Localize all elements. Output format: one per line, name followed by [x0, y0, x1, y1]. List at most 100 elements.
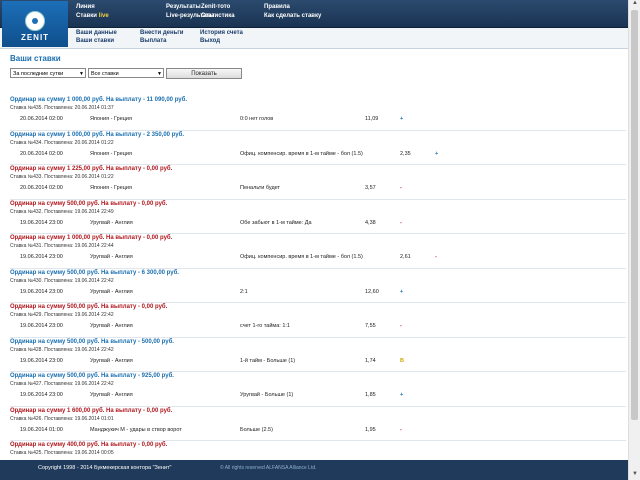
bet-result: - [400, 426, 402, 433]
bet-title[interactable]: Ординар на сумму 500,00 руб. На выплату … [10, 304, 167, 310]
bet-entry: Ординар на сумму 500,00 руб. На выплату … [10, 198, 626, 234]
bet-result: В [400, 357, 404, 364]
bet-outcome: счет 1-го тайма: 1:1 [240, 323, 290, 329]
nav-link[interactable]: Линия [76, 3, 109, 12]
bet-meta: Ставка №430. Поставлена: 19.06.2014 22:4… [10, 278, 114, 284]
event-name: Япония - Греция [90, 116, 132, 122]
ball-icon [25, 11, 45, 31]
bet-title[interactable]: Ординар на сумму 1 000,00 руб. На выплат… [10, 97, 187, 103]
bet-number: Ставка №434. Поставлена: 20.06.2014 01:2… [10, 139, 114, 146]
top-navigation-bar: Линия Ставки live Результаты Live-результат… [0, 0, 628, 28]
account-link[interactable]: История счета [200, 29, 243, 37]
scrollbar-thumb[interactable] [631, 10, 638, 420]
bet-title[interactable]: Ординар на сумму 400,00 руб. На выплату … [10, 442, 167, 448]
bet-title[interactable]: Ординар на сумму 1 600,00 руб. На выплат… [10, 408, 172, 414]
bet-result: + [435, 150, 439, 157]
bet-title[interactable]: Ординар на сумму 500,00 руб. На выплату … [10, 373, 174, 379]
nav-group-2: Zenit-тото Статистика [201, 3, 235, 21]
bet-outcome: 1-й тайм - Больше (1) [240, 357, 296, 364]
bet-outcome: Офиц. компенсир. время в 1-м тайме - бол… [240, 254, 363, 260]
nav-link[interactable]: Как сделать ставку [264, 12, 321, 21]
chevron-down-icon: ▼ [157, 71, 162, 77]
nav-group-3: Правила Как сделать ставку [264, 3, 321, 21]
nav-group-0: Линия Ставки live [76, 3, 109, 21]
period-select[interactable]: За последние сутки ▼ [10, 68, 86, 78]
nav-link[interactable]: Правила [264, 3, 321, 12]
bet-title[interactable]: Ординар на сумму 1 000,00 руб. На выплат… [10, 235, 172, 241]
bet-meta: Ставка №434. Поставлена: 20.06.2014 01:2… [10, 140, 114, 146]
vertical-scrollbar[interactable]: ▲ ▼ [628, 0, 640, 480]
event-date: 19.06.2014 23:00 [20, 357, 63, 364]
bets-list: Ординар на сумму 1 000,00 руб. На выплат… [10, 96, 626, 475]
bet-result: - [400, 185, 402, 191]
event-name: Уругвай - Англия [90, 392, 133, 398]
account-link[interactable]: Выход [200, 37, 243, 45]
account-link[interactable]: Внести деньги [140, 29, 184, 37]
chevron-down-icon: ▼ [79, 71, 84, 77]
nav-link[interactable]: Ставки live [76, 12, 109, 21]
bet-outcome: 2:1 [240, 288, 248, 295]
bet-odds: 11,09 [365, 116, 379, 122]
event-name: Уругвай - Англия [90, 288, 133, 295]
event-date: 20.06.2014 02:00 [20, 185, 63, 191]
bet-result: - [435, 254, 437, 260]
bet-odds: 12,60 [365, 288, 379, 295]
bet-meta: Ставка №433. Поставлена: 20.06.2014 01:2… [10, 174, 114, 180]
footer-copyright: Copyright 1998 - 2014 Букмекерская конто… [38, 465, 172, 471]
bet-odds: 1,85 [365, 392, 376, 398]
bet-title[interactable]: Ординар на сумму 1 225,00 руб. На выплат… [10, 166, 172, 172]
bet-number: Ставка №425. Поставлена: 19.06.2014 00:0… [10, 450, 114, 456]
nav-link[interactable]: Zenit-тото [201, 3, 235, 12]
bet-number: Ставка №432. Поставлена: 19.06.2014 22:4… [10, 208, 114, 215]
account-link[interactable]: Выплата [140, 37, 184, 45]
bet-outcome: 0:0 нет голов [240, 116, 274, 122]
account-group-2: История счета Выход [200, 29, 243, 45]
bet-entry: Ординар на сумму 1 000,00 руб. На выплат… [10, 96, 626, 130]
bet-type-select[interactable]: Все ставки ▼ [88, 68, 164, 78]
bet-title[interactable]: Ординар на сумму 500,00 руб. На выплату … [10, 201, 167, 207]
bet-entry: Ординар на сумму 1 000,00 руб. На выплат… [10, 233, 626, 268]
scroll-down-icon[interactable]: ▼ [629, 471, 640, 480]
bet-result: - [400, 219, 402, 226]
account-group-0: Ваши данные Ваши ставки [76, 29, 117, 45]
bet-meta: Ставка №427. Поставлена: 19.06.2014 22:4… [10, 381, 114, 387]
nav-link[interactable]: Статистика [201, 12, 235, 21]
account-link[interactable]: Ваши данные [76, 29, 117, 37]
event-date: 20.06.2014 02:00 [20, 116, 63, 122]
footer: Copyright 1998 - 2014 Букмекерская конто… [0, 460, 628, 480]
event-name: Уругвай - Англия [90, 323, 133, 329]
bet-entry: Ординар на сумму 1 000,00 руб. На выплат… [10, 129, 626, 165]
event-name: Япония - Греция [90, 185, 132, 191]
bet-result: + [400, 116, 404, 122]
bet-odds: 3,57 [365, 185, 376, 191]
bet-title[interactable]: Ординар на сумму 500,00 руб. На выплату … [10, 270, 179, 276]
bet-odds: 4,38 [365, 219, 376, 226]
event-date: 19.06.2014 23:00 [20, 254, 63, 260]
bet-result: - [400, 323, 402, 329]
bet-meta: Ставка №425. Поставлена: 19.06.2014 00:0… [10, 450, 114, 456]
bet-entry: Ординар на сумму 1 600,00 руб. На выплат… [10, 405, 626, 441]
zenit-logo[interactable]: ZENIT [2, 1, 68, 47]
account-link[interactable]: Ваши ставки [76, 37, 117, 45]
event-name: Япония - Греция [90, 150, 132, 157]
bet-number: Ставка №428. Поставлена: 19.06.2014 22:4… [10, 346, 114, 353]
bet-meta: Ставка №428. Поставлена: 19.06.2014 22:4… [10, 347, 114, 353]
bet-title[interactable]: Ординар на сумму 1 000,00 руб. На выплат… [10, 132, 184, 138]
bet-odds: 1,74 [365, 357, 376, 364]
event-date: 19.06.2014 23:00 [20, 219, 63, 226]
event-date: 19.06.2014 23:00 [20, 392, 63, 398]
bet-number: Ставка №429. Поставлена: 19.06.2014 22:4… [10, 312, 114, 318]
bet-outcome: Пенальти будет [240, 185, 281, 191]
bet-entry: Ординар на сумму 500,00 руб. На выплату … [10, 336, 626, 372]
bet-odds: 2,35 [400, 150, 411, 157]
event-name: Уругвай - Англия [90, 254, 133, 260]
show-button[interactable]: Показать [166, 68, 242, 79]
event-date: 19.06.2014 23:00 [20, 323, 63, 329]
bet-entry: Ординар на сумму 500,00 руб. На выплату … [10, 371, 626, 406]
bet-odds: 1,95 [365, 426, 376, 433]
bet-title[interactable]: Ординар на сумму 500,00 руб. На выплату … [10, 339, 174, 345]
event-name: Уругвай - Англия [90, 357, 133, 364]
account-group-1: Внести деньги Выплата [140, 29, 184, 45]
event-name: Уругвай - Англия [90, 219, 133, 226]
scroll-up-icon[interactable]: ▲ [629, 0, 640, 9]
